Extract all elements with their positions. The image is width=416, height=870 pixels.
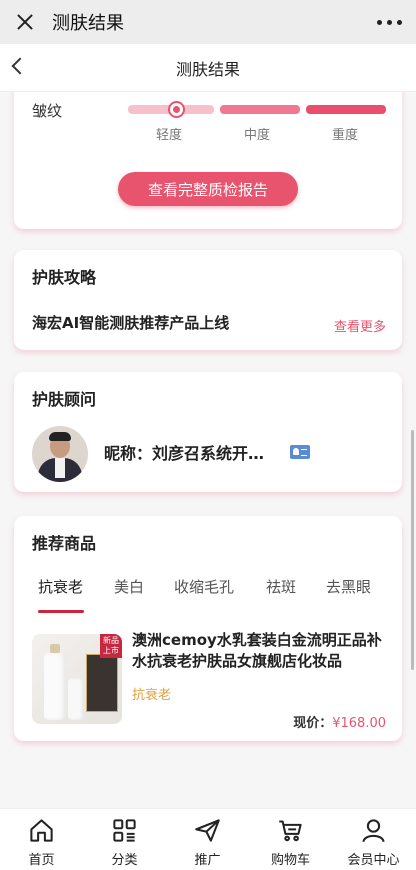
level-bar-moderate xyxy=(220,105,300,114)
gift-box-image xyxy=(86,654,118,712)
content-scroll-area[interactable]: 皱纹 轻度 中度 重度 查看完整质检报告 护肤攻略 海宏AI智能测肤推荐产品上线… xyxy=(0,92,416,808)
new-arrival-badge: 新品上市 xyxy=(100,634,122,658)
product-title[interactable]: 澳洲cemoy水乳套装白金流明正品补水抗衰老护肤品女旗舰店化妆品 xyxy=(132,630,390,672)
home-icon xyxy=(30,819,53,842)
product-category-tabs: 抗衰老 美白 收缩毛孔 祛斑 去黑眼 xyxy=(32,576,384,612)
send-icon xyxy=(195,819,220,842)
level-label-moderate: 中度 xyxy=(244,128,271,143)
tab-pore-minimizing[interactable]: 收缩毛孔 xyxy=(174,576,234,597)
page-title: 测肤结果 xyxy=(175,59,240,79)
nav-bar: 测肤结果 xyxy=(0,44,416,92)
wrinkle-label: 皱纹 xyxy=(32,102,63,120)
level-bar-severe xyxy=(306,105,386,114)
guide-article-link[interactable]: 海宏AI智能测肤推荐产品上线 xyxy=(32,312,229,333)
tab-dark-circles[interactable]: 去黑眼 xyxy=(326,576,371,597)
contact-card-icon[interactable] xyxy=(290,445,310,459)
tabbar-label: 会员中心 xyxy=(347,853,400,868)
active-tab-underline xyxy=(38,610,84,613)
category-icon xyxy=(113,819,136,842)
current-level-marker xyxy=(168,101,185,118)
user-icon xyxy=(362,819,385,843)
tabbar-item-category[interactable]: 分类 xyxy=(83,809,166,870)
skin-analysis-card: 皱纹 轻度 中度 重度 查看完整质检报告 xyxy=(14,92,402,229)
view-full-report-button[interactable]: 查看完整质检报告 xyxy=(118,172,298,206)
skincare-advisor-card: 护肤顾问 昵称：刘彦召系统开… xyxy=(14,372,402,492)
guide-heading: 护肤攻略 xyxy=(32,268,97,287)
cart-icon xyxy=(279,820,302,842)
product-price: 现价：¥168.00 xyxy=(293,712,386,731)
price-label: 现价： xyxy=(293,716,333,731)
skincare-guide-card: 护肤攻略 海宏AI智能测肤推荐产品上线 查看更多 xyxy=(14,250,402,350)
advisor-heading: 护肤顾问 xyxy=(32,390,97,409)
product-image[interactable]: 新品上市 xyxy=(32,634,122,724)
close-icon[interactable] xyxy=(14,11,36,33)
wechat-title: 测肤结果 xyxy=(52,13,124,34)
tabbar-item-cart[interactable]: 购物车 xyxy=(249,809,332,870)
level-label-severe: 重度 xyxy=(332,128,359,143)
tabbar-label: 分类 xyxy=(111,853,138,868)
more-options-icon[interactable] xyxy=(377,19,402,25)
scrollbar[interactable] xyxy=(411,430,414,670)
tabbar-label: 推广 xyxy=(194,853,221,868)
view-more-link[interactable]: 查看更多 xyxy=(334,316,386,335)
tabbar-item-home[interactable]: 首页 xyxy=(0,809,83,870)
tabbar-label: 购物车 xyxy=(270,853,310,868)
wechat-bar: 测肤结果 xyxy=(0,0,416,44)
product-tag: 抗衰老 xyxy=(132,688,172,703)
small-bottle-image xyxy=(68,678,84,720)
tab-anti-aging[interactable]: 抗衰老 xyxy=(38,576,83,597)
price-value: ¥168.00 xyxy=(332,716,386,731)
products-heading: 推荐商品 xyxy=(32,534,97,553)
recommended-products-card: 推荐商品 抗衰老 美白 收缩毛孔 祛斑 去黑眼 新品上市 澳洲cemoy水乳套装… xyxy=(14,516,402,741)
advisor-avatar[interactable] xyxy=(32,426,88,482)
bottle-image xyxy=(44,644,66,720)
tabbar-label: 首页 xyxy=(28,853,55,868)
tab-spot-removal[interactable]: 祛斑 xyxy=(266,576,296,597)
level-label-mild: 轻度 xyxy=(156,128,183,143)
tab-whitening[interactable]: 美白 xyxy=(114,576,144,597)
back-icon[interactable] xyxy=(11,57,29,75)
bottom-tab-bar: 首页 分类 推广 购物车 会员中心 xyxy=(0,808,416,870)
tabbar-item-member[interactable]: 会员中心 xyxy=(332,809,415,870)
advisor-nickname: 昵称：刘彦召系统开… xyxy=(104,444,265,463)
tabbar-item-promote[interactable]: 推广 xyxy=(166,809,249,870)
